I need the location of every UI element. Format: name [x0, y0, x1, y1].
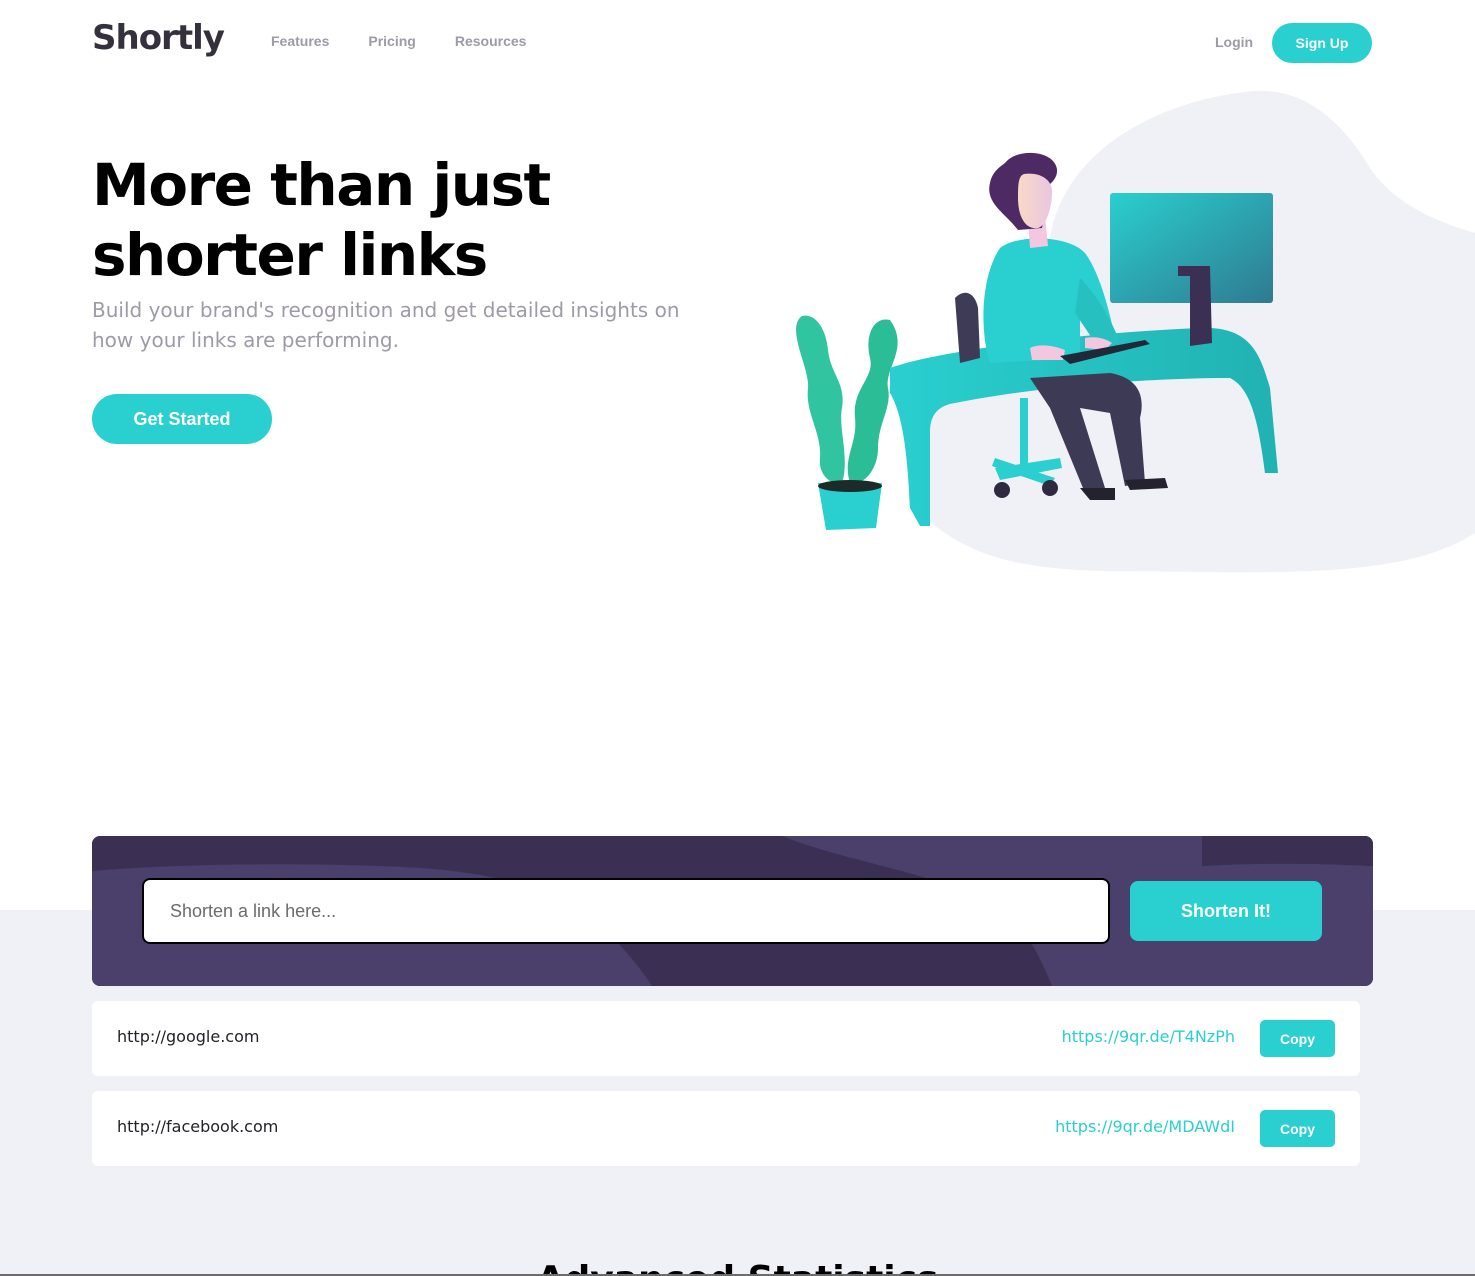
- hero-subtitle: Build your brand's recognition and get d…: [92, 298, 680, 352]
- short-url[interactable]: https://9qr.de/MDAWdI: [1055, 1117, 1235, 1136]
- chair-stem: [1020, 398, 1028, 468]
- shorten-button[interactable]: Shorten It!: [1130, 881, 1322, 941]
- copy-button[interactable]: Copy: [1260, 1020, 1335, 1057]
- plant-leaf-right: [847, 319, 898, 484]
- short-url[interactable]: https://9qr.de/T4NzPh: [1062, 1027, 1235, 1046]
- nav-features[interactable]: Features: [271, 33, 329, 49]
- original-url: http://google.com: [117, 1027, 260, 1046]
- nav-resources[interactable]: Resources: [455, 33, 527, 49]
- main-nav: Features Pricing Resources: [271, 33, 526, 49]
- person-face: [1018, 173, 1052, 229]
- nav-pricing[interactable]: Pricing: [368, 33, 415, 49]
- plant-leaf-left: [796, 315, 845, 484]
- signup-button[interactable]: Sign Up: [1272, 23, 1372, 63]
- logo[interactable]: Shortly: [92, 18, 225, 58]
- get-started-button[interactable]: Get Started: [92, 394, 272, 444]
- original-url: http://facebook.com: [117, 1117, 279, 1136]
- working-illustration: [796, 90, 1475, 573]
- link-input[interactable]: [142, 878, 1110, 944]
- result-row: http://facebook.com https://9qr.de/MDAWd…: [92, 1091, 1360, 1166]
- hero-title-line-1: More than just: [92, 151, 551, 219]
- login-link[interactable]: Login: [1215, 34, 1253, 50]
- hero-title: More than just shorter links: [92, 150, 692, 290]
- hero-title-line-2: shorter links: [92, 221, 488, 289]
- copy-button[interactable]: Copy: [1260, 1110, 1335, 1147]
- result-row: http://google.com https://9qr.de/T4NzPh …: [92, 1001, 1360, 1076]
